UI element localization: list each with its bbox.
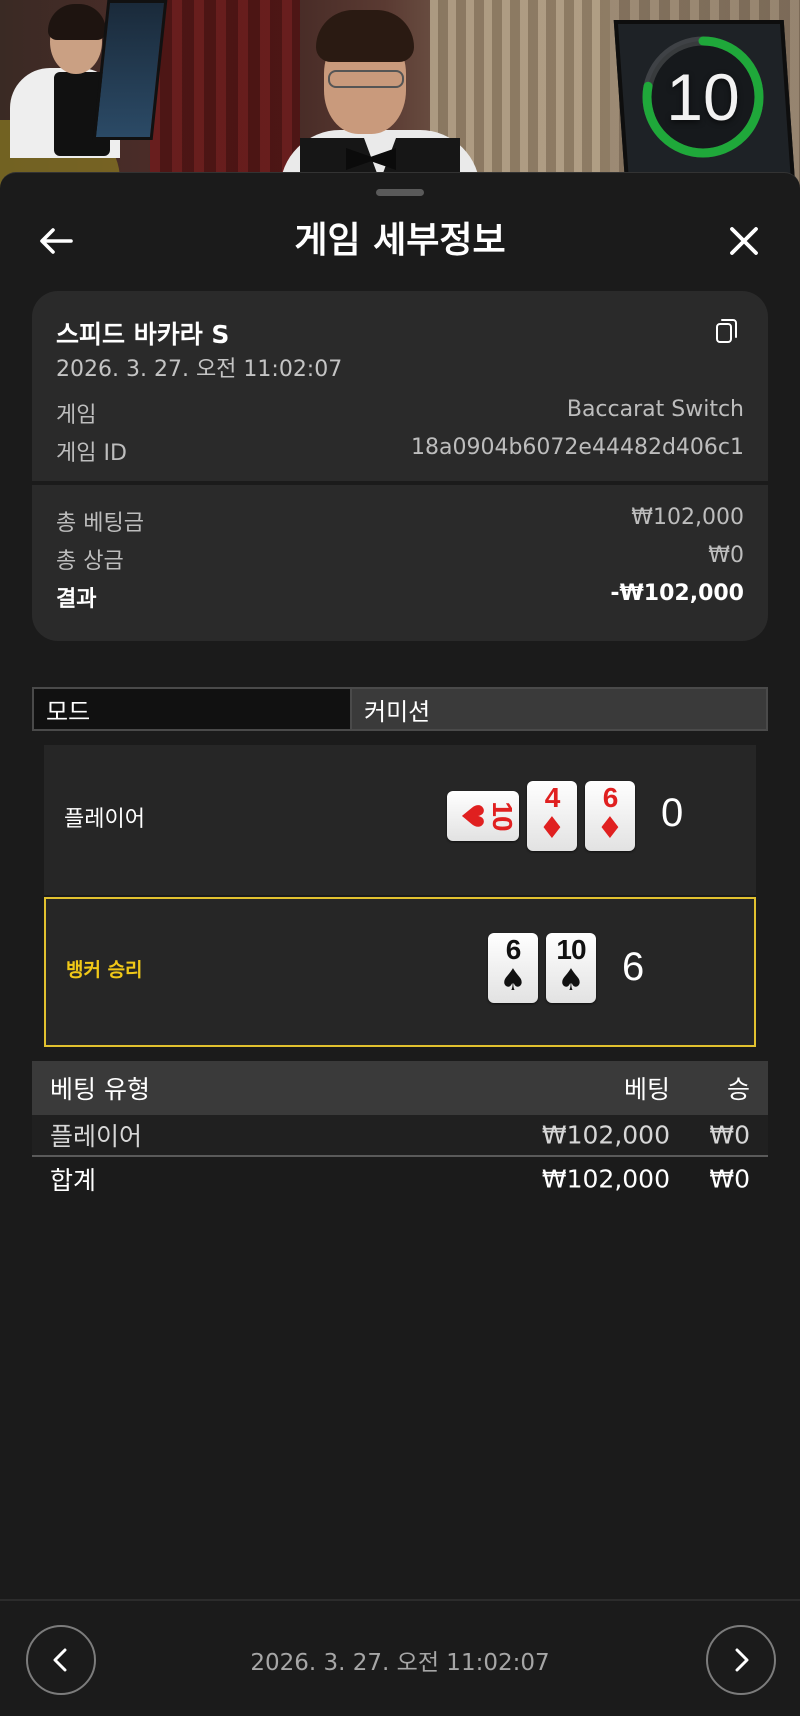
card-rank: 6 xyxy=(602,782,619,813)
game-info-section: 스피드 바카라 S 2026. 3. 27. 오전 11:02:07 게임 Ba… xyxy=(32,291,768,481)
row-label: 결과 xyxy=(56,587,97,612)
player-card-1: 10 ♥ xyxy=(447,791,519,841)
countdown-timer: 10 xyxy=(638,32,768,162)
row-label: 게임 ID xyxy=(56,441,127,466)
game-details-sheet: 게임 세부정보 스피드 바카라 S 2026. 3. 27. 오전 11:02:… xyxy=(0,172,800,1716)
card-divider xyxy=(32,481,768,485)
header-win: 승 xyxy=(726,1075,750,1104)
card-suit: ♦ xyxy=(538,811,566,846)
copy-icon xyxy=(716,319,737,343)
close-button[interactable] xyxy=(722,219,766,263)
back-button[interactable] xyxy=(34,219,78,263)
row-label: 총 상금 xyxy=(56,549,124,574)
card-rank: 10 xyxy=(556,934,586,965)
total-bet-amount: ₩102,000 xyxy=(541,1164,670,1194)
arrow-left-icon xyxy=(40,228,73,254)
tab-mode[interactable]: 모드 xyxy=(34,689,352,729)
live-video-feed: 10 xyxy=(0,0,800,200)
card-suit: ♦ xyxy=(596,811,624,846)
round-datetime: 2026. 3. 27. 오전 11:02:07 xyxy=(250,1650,550,1676)
banker-card-1: 6 ♠ xyxy=(488,933,538,1003)
card-rank: 10 xyxy=(487,801,518,831)
bets-table-header: 베팅 유형 베팅 승 xyxy=(32,1061,768,1115)
chevron-right-icon xyxy=(735,1648,749,1672)
curtain xyxy=(150,0,300,200)
game-id-row: 게임 ID 18a0904b6072e44482d406c1 xyxy=(56,435,744,466)
result-value: -₩102,000 xyxy=(610,581,744,606)
total-bet-row: 총 베팅금 ₩102,000 xyxy=(56,505,744,536)
player-score: 0 xyxy=(661,791,684,835)
game-name: 스피드 바카라 S xyxy=(56,320,230,349)
card-suit: ♥ xyxy=(454,802,489,830)
chevron-left-icon xyxy=(53,1648,67,1672)
card-rank: 4 xyxy=(544,782,561,813)
total-label: 합계 xyxy=(50,1166,97,1195)
game-summary-card: 스피드 바카라 S 2026. 3. 27. 오전 11:02:07 게임 Ba… xyxy=(32,291,768,641)
sheet-grabber[interactable] xyxy=(376,189,424,196)
copy-button[interactable] xyxy=(712,315,742,345)
sheet-header: 게임 세부정보 xyxy=(0,209,800,273)
card-rank: 6 xyxy=(505,934,522,965)
table-row: 플레이어 ₩102,000 ₩0 xyxy=(32,1115,768,1157)
previous-round-button[interactable] xyxy=(26,1625,96,1695)
banker-win-label: 뱅커 승리 xyxy=(66,959,143,981)
banker-result-panel: 뱅커 승리 6 ♠ 10 ♠ 6 xyxy=(44,897,756,1047)
close-icon xyxy=(730,227,758,255)
player-card-3: 6 ♦ xyxy=(585,781,635,851)
card-suit: ♠ xyxy=(557,963,585,998)
player-label: 플레이어 xyxy=(64,807,145,832)
next-round-button[interactable] xyxy=(706,1625,776,1695)
bets-total-row: 합계 ₩102,000 ₩0 xyxy=(32,1157,768,1201)
row-label: 게임 xyxy=(56,403,97,428)
bet-amount: ₩102,000 xyxy=(541,1120,670,1150)
timer-value: 10 xyxy=(666,60,740,134)
header-bet: 베팅 xyxy=(623,1075,670,1104)
total-win-amount: ₩0 xyxy=(709,1164,750,1194)
row-value: Baccarat Switch xyxy=(566,397,744,422)
game-datetime: 2026. 3. 27. 오전 11:02:07 xyxy=(56,357,343,382)
bets-table: 베팅 유형 베팅 승 플레이어 ₩102,000 ₩0 합계 ₩102,000 … xyxy=(32,1061,768,1201)
total-bet-value: ₩102,000 xyxy=(631,505,744,530)
banker-score: 6 xyxy=(622,945,645,989)
player-card-2: 4 ♦ xyxy=(527,781,577,851)
card-suit: ♠ xyxy=(499,963,527,998)
game-id-value: 18a0904b6072e44482d406c1 xyxy=(411,435,744,460)
history-navigation: 2026. 3. 27. 오전 11:02:07 xyxy=(0,1599,800,1716)
header-bet-type: 베팅 유형 xyxy=(50,1075,150,1104)
game-row: 게임 Baccarat Switch xyxy=(56,397,744,428)
page-title: 게임 세부정보 xyxy=(294,220,506,261)
banker-card-2: 10 ♠ xyxy=(546,933,596,1003)
tab-commission[interactable]: 커미션 xyxy=(352,689,766,729)
total-win-row: 총 상금 ₩0 xyxy=(56,543,744,574)
bet-type: 플레이어 xyxy=(50,1122,143,1151)
result-row: 결과 -₩102,000 xyxy=(56,581,744,612)
total-win-value: ₩0 xyxy=(708,543,744,568)
row-label: 총 베팅금 xyxy=(56,511,144,536)
mode-tabs: 모드 커미션 xyxy=(32,687,768,731)
win-amount: ₩0 xyxy=(709,1120,750,1150)
player-result-panel: 플레이어 10 ♥ 4 ♦ 6 ♦ 0 xyxy=(44,745,756,895)
